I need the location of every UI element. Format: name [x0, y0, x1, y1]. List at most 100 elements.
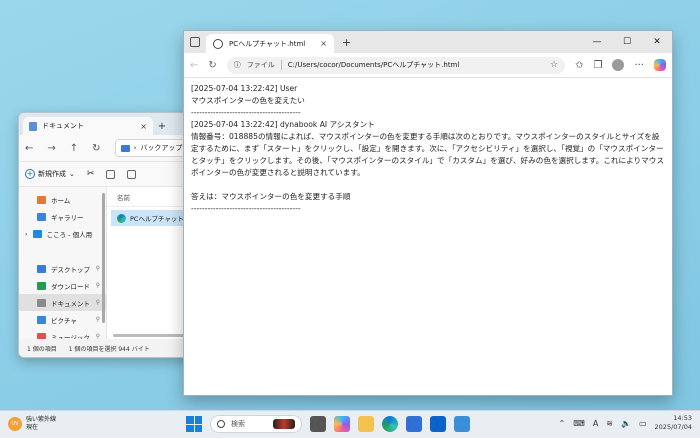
sidebar-item[interactable]: ピクチャ ⚲ — [19, 311, 106, 328]
favorite-star-icon[interactable]: ☆ — [550, 60, 558, 70]
battery-icon[interactable]: ▭ — [639, 419, 647, 428]
pin-icon: ⚲ — [95, 299, 100, 306]
forward-arrow-icon[interactable]: → — [47, 143, 55, 154]
info-icon[interactable]: ⓘ — [234, 60, 241, 70]
edge-taskbar-icon[interactable] — [382, 416, 398, 432]
new-tab-button[interactable]: + — [153, 117, 171, 135]
outlook-taskbar-icon[interactable] — [430, 416, 446, 432]
up-arrow-icon[interactable]: ↑ — [70, 143, 78, 154]
folder-icon — [37, 298, 46, 307]
explorer-nav-bar: ← → ↑ ↻ › バックアップ — [19, 135, 201, 161]
wifi-icon[interactable]: ≋ — [606, 419, 613, 428]
edge-tab-title: PCヘルプチャット.html — [229, 39, 306, 48]
refresh-icon[interactable]: ↻ — [92, 143, 100, 154]
windows-start-icon[interactable] — [186, 416, 202, 432]
pin-icon: ⚲ — [95, 282, 100, 289]
folder-icon — [37, 264, 46, 273]
close-window-icon[interactable]: ✕ — [642, 31, 672, 53]
minimize-icon[interactable]: — — [582, 31, 612, 53]
folder-icon — [37, 281, 46, 290]
paste-icon[interactable] — [127, 169, 137, 179]
copilot-icon[interactable] — [654, 59, 666, 71]
favorites-icon[interactable]: ✩ — [575, 60, 583, 71]
divider-line: ---------------------------------------- — [191, 204, 301, 213]
pc-icon — [120, 144, 130, 152]
app-taskbar-icon[interactable] — [454, 416, 470, 432]
explorer-tab[interactable]: ドキュメント × — [23, 117, 153, 135]
uv-badge: UV — [8, 417, 22, 431]
sidebar-item-label: デスクトップ — [51, 265, 90, 274]
more-menu-icon[interactable]: ··· — [634, 60, 644, 71]
globe-icon — [213, 38, 223, 49]
keyboard-icon[interactable]: ⌨ — [573, 419, 585, 428]
close-tab-icon[interactable]: × — [140, 122, 147, 131]
user-message-header: [2025-07-04 13:22:42] User — [191, 84, 298, 93]
edge-file-icon — [117, 213, 126, 223]
edge-title-bar: PCヘルプチャット.html × + — ☐ ✕ — [184, 31, 672, 53]
sidebar-item-label: こころ - 個人用 — [46, 230, 93, 239]
back-arrow-icon[interactable]: ← — [190, 60, 198, 71]
sidebar-item[interactable]: ドキュメント ⚲ — [19, 294, 106, 311]
address-scheme-label: ファイル — [246, 61, 275, 69]
copilot-taskbar-icon[interactable] — [334, 416, 350, 432]
sidebar-item[interactable]: › こころ - 個人用 — [19, 225, 106, 242]
sidebar-item[interactable]: ダウンロード ⚲ — [19, 277, 106, 294]
explorer-tab-bar: ドキュメント × + — [19, 113, 201, 135]
explorer-sidebar: ホーム ギャラリー › こころ - 個人用 デスクトップ ⚲ ダウンロード ⚲ ドキュメント ⚲ ピ… — [19, 187, 107, 342]
sidebar-item-label: ピクチャ — [51, 316, 77, 325]
chevron-right-icon[interactable]: › — [25, 230, 28, 238]
volume-icon[interactable]: 🔈 — [621, 419, 631, 428]
chevron-right-icon: › — [133, 144, 137, 152]
sidebar-item[interactable]: デスクトップ ⚲ — [19, 260, 106, 277]
window-controls: — ☐ ✕ — [582, 31, 672, 53]
status-item-count: 1 個の項目 — [27, 345, 57, 353]
new-button[interactable]: + 新規作成 ⌄ — [25, 169, 75, 179]
refresh-icon[interactable]: ↻ — [208, 60, 216, 71]
copy-icon[interactable] — [106, 169, 116, 179]
weather-subtitle: 現在 — [26, 424, 39, 431]
sidebar-item[interactable]: ギャラリー — [19, 208, 106, 225]
collections-icon[interactable]: ❐ — [593, 60, 602, 71]
explorer-status-bar: 1 個の項目 1 個の項目を選択 944 バイト — [19, 339, 201, 357]
tray-chevron-up-icon[interactable]: ⌃ — [559, 419, 566, 428]
clock-time: 14:53 — [673, 414, 692, 422]
edge-tab[interactable]: PCヘルプチャット.html × — [206, 34, 334, 53]
store-taskbar-icon[interactable] — [406, 416, 422, 432]
edge-browser-window: PCヘルプチャット.html × + — ☐ ✕ ← ↻ ⓘ ファイル C:/U… — [183, 30, 673, 396]
weather-widget[interactable]: UV 強い紫外線 現在 — [8, 416, 56, 432]
breadcrumb[interactable]: バックアップ — [140, 143, 182, 153]
back-arrow-icon[interactable]: ← — [25, 143, 33, 154]
sidebar-item-label: ホーム — [51, 196, 71, 205]
cut-icon[interactable]: ✂ — [87, 169, 95, 179]
assistant-message: 情報番号：018885の情報によれば、マウスポインターの色を変更する手順は次のと… — [191, 132, 664, 177]
close-tab-icon[interactable]: × — [320, 39, 327, 48]
sidebar-item[interactable]: ホーム — [19, 191, 106, 208]
explorer-body: ホーム ギャラリー › こころ - 個人用 デスクトップ ⚲ ダウンロード ⚲ ドキュメント ⚲ ピ… — [19, 187, 201, 342]
folder-icon — [37, 195, 46, 204]
window-menu-icon[interactable] — [190, 37, 200, 47]
plus-circle-icon: + — [25, 169, 35, 179]
search-highlight-icon — [273, 419, 295, 429]
address-url[interactable]: C:/Users/cocor/Documents/PCヘルプチャット.html — [288, 60, 460, 70]
taskbar-search[interactable]: 検索 — [210, 415, 302, 433]
new-tab-button[interactable]: + — [342, 36, 351, 49]
maximize-icon[interactable]: ☐ — [612, 31, 642, 53]
search-placeholder: 検索 — [231, 420, 245, 428]
documents-folder-icon — [29, 121, 37, 131]
sidebar-item-label: ダウンロード — [51, 282, 90, 291]
sidebar-item-label: ギャラリー — [51, 213, 84, 222]
clock[interactable]: 14:53 2025/07/04 — [655, 414, 692, 432]
weather-title: 強い紫外線 — [26, 416, 57, 423]
vertical-scrollbar[interactable] — [102, 193, 105, 323]
ime-indicator[interactable]: A — [593, 419, 598, 428]
answer-line: 答えは：マウスポインターの色を変更する手順 — [191, 192, 351, 201]
edge-address-bar[interactable]: ⓘ ファイル C:/Users/cocor/Documents/PCヘルプチャッ… — [226, 56, 566, 74]
task-view-icon[interactable] — [310, 416, 326, 432]
status-selection: 1 個の項目を選択 944 バイト — [68, 345, 150, 353]
system-tray: ⌃ ⌨ A ≋ 🔈 ▭ 14:53 2025/07/04 — [559, 414, 692, 432]
new-button-label: 新規作成 — [38, 170, 66, 178]
edge-nav-bar: ← ↻ ⓘ ファイル C:/Users/cocor/Documents/PCヘル… — [184, 53, 672, 77]
profile-avatar[interactable] — [612, 59, 625, 71]
taskbar: UV 強い紫外線 現在 検索 ⌃ ⌨ A ≋ 🔈 ▭ 14:53 2025/07… — [0, 410, 700, 438]
file-explorer-taskbar-icon[interactable] — [358, 416, 374, 432]
